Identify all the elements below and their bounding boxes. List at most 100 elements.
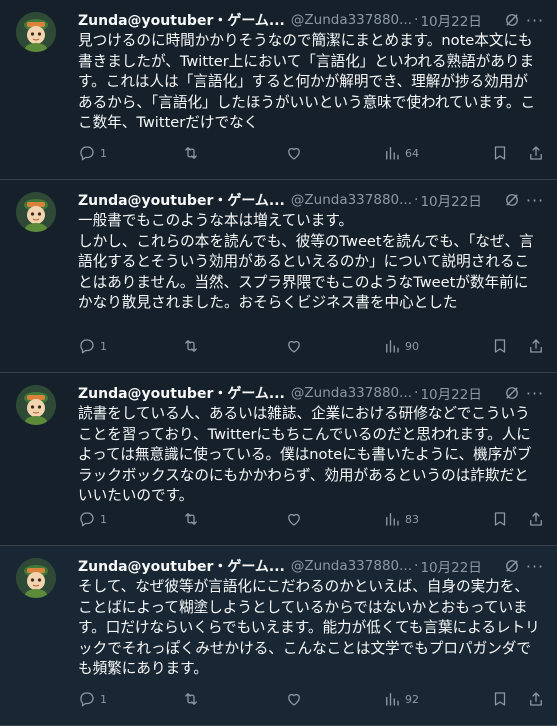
author-handle[interactable]: @Zunda337880... — [291, 385, 412, 401]
tweet-actions: 1 90 — [78, 336, 545, 356]
more-icon[interactable]: ··· — [525, 191, 545, 210]
share-icon — [530, 512, 542, 526]
grok-icon[interactable] — [503, 11, 521, 29]
tweet-date[interactable]: 10月22日 — [420, 190, 481, 210]
views-icon — [386, 340, 399, 353]
views-icon — [386, 693, 399, 706]
bookmark-button[interactable] — [491, 690, 509, 708]
bookmark-button[interactable] — [491, 337, 509, 355]
retweet-icon — [185, 147, 197, 159]
retweet-button[interactable] — [182, 337, 285, 355]
like-button[interactable] — [285, 690, 383, 708]
bookmark-button[interactable] — [491, 510, 509, 528]
share-button[interactable] — [527, 144, 545, 162]
reply-count: 1 — [100, 692, 107, 706]
tweet-text: 一般書でもこのような本は増えています。 しかし、これらの本を読んでも、彼等のTw… — [78, 212, 534, 312]
tweet-header: Zunda@youtuber・ゲーム... @Zunda337880... · … — [78, 556, 545, 577]
tweet-actions-right — [491, 510, 545, 528]
separator-dot: · — [414, 558, 419, 574]
views-count: 83 — [405, 512, 419, 526]
author-name[interactable]: Zunda@youtuber・ゲーム... — [78, 383, 285, 403]
author-name[interactable]: Zunda@youtuber・ゲーム... — [78, 10, 285, 30]
tweet-header: Zunda@youtuber・ゲーム... @Zunda337880... · … — [78, 383, 545, 404]
tweet-actions-right — [491, 690, 545, 708]
retweet-button[interactable] — [182, 144, 285, 162]
tweet-header: Zunda@youtuber・ゲーム... @Zunda337880... · … — [78, 10, 545, 31]
reply-button[interactable]: 1 — [78, 144, 182, 162]
like-button[interactable] — [285, 144, 383, 162]
separator-dot: · — [414, 192, 419, 208]
tweet-date[interactable]: 10月22日 — [420, 10, 481, 30]
tweet[interactable]: Zunda@youtuber・ゲーム... @Zunda337880... · … — [0, 0, 557, 180]
grok-icon[interactable] — [503, 191, 521, 209]
separator-dot: · — [414, 12, 419, 28]
reply-icon — [80, 692, 94, 707]
reply-icon — [80, 146, 94, 161]
tweet-actions: 1 92 — [78, 689, 545, 709]
author-handle[interactable]: @Zunda337880... — [291, 192, 412, 208]
share-button[interactable] — [527, 690, 545, 708]
like-icon — [288, 147, 300, 160]
avatar-image — [16, 192, 56, 232]
views-button[interactable]: 83 — [383, 510, 487, 528]
reply-count: 1 — [100, 146, 107, 160]
like-button[interactable] — [285, 510, 383, 528]
bookmark-icon — [494, 146, 506, 160]
reply-button[interactable]: 1 — [78, 510, 182, 528]
author-handle[interactable]: @Zunda337880... — [291, 558, 412, 574]
tweet-text: そして、なぜ彼等が言語化にこだわるのかといえば、自身の実力を、ことばによって糊塗… — [78, 578, 540, 678]
avatar-image — [16, 385, 56, 425]
grok-icon[interactable] — [503, 384, 521, 402]
like-button[interactable] — [285, 337, 383, 355]
retweet-button[interactable] — [182, 690, 285, 708]
tweet[interactable]: Zunda@youtuber・ゲーム... @Zunda337880... · … — [0, 373, 557, 546]
avatar[interactable] — [16, 192, 56, 232]
like-icon — [288, 513, 300, 526]
tweet-actions: 1 83 — [78, 509, 545, 529]
retweet-button[interactable] — [182, 510, 285, 528]
tweet-date[interactable]: 10月22日 — [420, 383, 481, 403]
avatar[interactable] — [16, 558, 56, 598]
author-name[interactable]: Zunda@youtuber・ゲーム... — [78, 556, 285, 576]
avatar-column — [16, 10, 78, 179]
more-icon[interactable]: ··· — [525, 384, 545, 403]
reply-count: 1 — [100, 339, 107, 353]
tweet-text: 読書をしている人、あるいは雑誌、企業における研修などでこういうことを習っており、… — [78, 405, 532, 505]
tweet-actions-right — [491, 337, 545, 355]
tweet-actions: 1 64 — [78, 143, 545, 163]
bookmark-button[interactable] — [491, 144, 509, 162]
reply-count: 1 — [100, 512, 107, 526]
avatar-image — [16, 12, 56, 52]
like-icon — [288, 693, 300, 706]
author-name[interactable]: Zunda@youtuber・ゲーム... — [78, 190, 285, 210]
grok-icon[interactable] — [503, 557, 521, 575]
retweet-icon — [185, 513, 197, 525]
author-handle[interactable]: @Zunda337880... — [291, 12, 412, 28]
reply-button[interactable]: 1 — [78, 337, 182, 355]
avatar[interactable] — [16, 12, 56, 52]
tweet[interactable]: Zunda@youtuber・ゲーム... @Zunda337880... · … — [0, 180, 557, 373]
views-button[interactable]: 92 — [383, 690, 487, 708]
like-icon — [288, 340, 300, 353]
tweet-date[interactable]: 10月22日 — [420, 556, 481, 576]
views-count: 64 — [405, 146, 419, 160]
share-icon — [530, 339, 542, 353]
retweet-icon — [185, 340, 197, 352]
more-icon[interactable]: ··· — [525, 11, 545, 30]
more-icon[interactable]: ··· — [525, 557, 545, 576]
share-button[interactable] — [527, 337, 545, 355]
avatar-column — [16, 383, 78, 545]
views-button[interactable]: 64 — [383, 144, 487, 162]
tweet[interactable]: Zunda@youtuber・ゲーム... @Zunda337880... · … — [0, 546, 557, 726]
reply-button[interactable]: 1 — [78, 690, 182, 708]
views-count: 92 — [405, 692, 419, 706]
share-icon — [530, 692, 542, 706]
views-count: 90 — [405, 339, 419, 353]
views-button[interactable]: 90 — [383, 337, 487, 355]
avatar[interactable] — [16, 385, 56, 425]
share-button[interactable] — [527, 510, 545, 528]
share-icon — [530, 146, 542, 160]
avatar-column — [16, 556, 78, 725]
views-icon — [386, 147, 399, 160]
retweet-icon — [185, 693, 197, 705]
